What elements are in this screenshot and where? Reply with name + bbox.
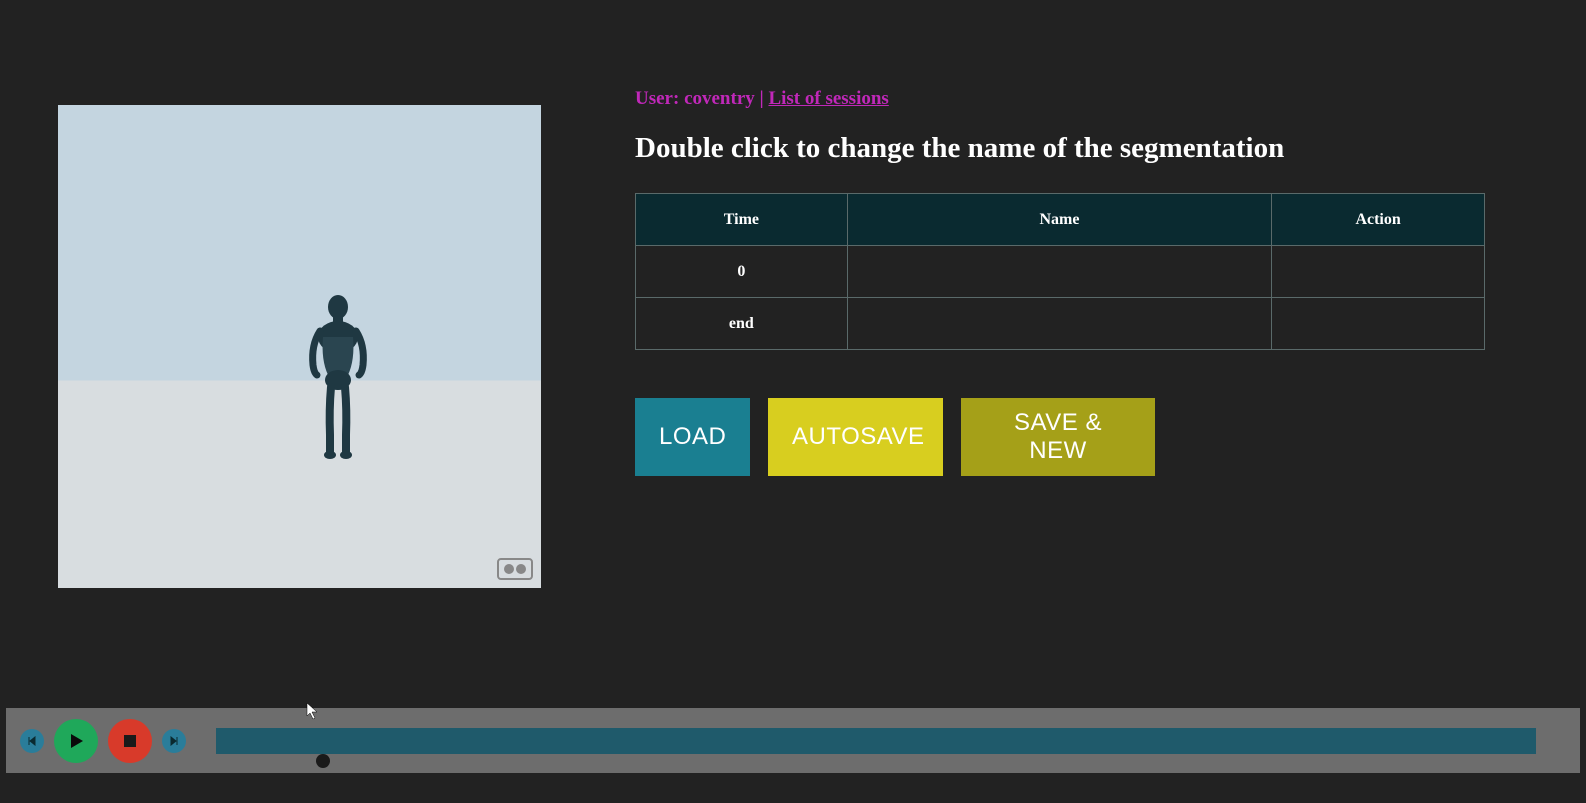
prev-frame-button[interactable]: [20, 729, 44, 753]
cell-name[interactable]: [847, 298, 1271, 350]
page-heading: Double click to change the name of the s…: [635, 132, 1586, 165]
button-row: LOAD AUTOSAVE SAVE & NEW: [635, 398, 1586, 476]
stop-icon: [122, 733, 138, 749]
header-name: Name: [847, 194, 1271, 246]
cell-action[interactable]: [1272, 298, 1485, 350]
right-panel: User: coventry | List of sessions Double…: [600, 0, 1586, 588]
load-button[interactable]: LOAD: [635, 398, 750, 476]
timeline-track[interactable]: [216, 728, 1536, 754]
header-action: Action: [1272, 194, 1485, 246]
user-separator: |: [755, 88, 769, 109]
skip-back-icon: [27, 736, 37, 746]
skip-forward-icon: [169, 736, 179, 746]
table-row[interactable]: 0: [636, 246, 1485, 298]
timeline-marker[interactable]: [316, 754, 330, 768]
autosave-button[interactable]: AUTOSAVE: [768, 398, 943, 476]
table-header-row: Time Name Action: [636, 194, 1485, 246]
play-button[interactable]: [54, 719, 98, 763]
cell-action[interactable]: [1272, 246, 1485, 298]
table-row[interactable]: end: [636, 298, 1485, 350]
cell-time[interactable]: 0: [636, 246, 848, 298]
vr-icon[interactable]: [497, 558, 533, 580]
cell-time[interactable]: end: [636, 298, 848, 350]
segmentation-table: Time Name Action 0 end: [635, 193, 1485, 350]
save-new-button[interactable]: SAVE & NEW: [961, 398, 1155, 476]
3d-viewport[interactable]: [58, 105, 541, 588]
user-prefix: User:: [635, 88, 684, 109]
next-frame-button[interactable]: [162, 729, 186, 753]
humanoid-figure: [303, 295, 373, 460]
header-time: Time: [636, 194, 848, 246]
user-info: User: coventry | List of sessions: [635, 88, 1586, 110]
cell-name[interactable]: [847, 246, 1271, 298]
play-icon: [67, 732, 85, 750]
timeline-bar: [6, 708, 1580, 773]
user-name: coventry: [684, 88, 755, 109]
stop-button[interactable]: [108, 719, 152, 763]
sessions-link[interactable]: List of sessions: [768, 88, 888, 109]
viewport-panel: [0, 0, 600, 588]
